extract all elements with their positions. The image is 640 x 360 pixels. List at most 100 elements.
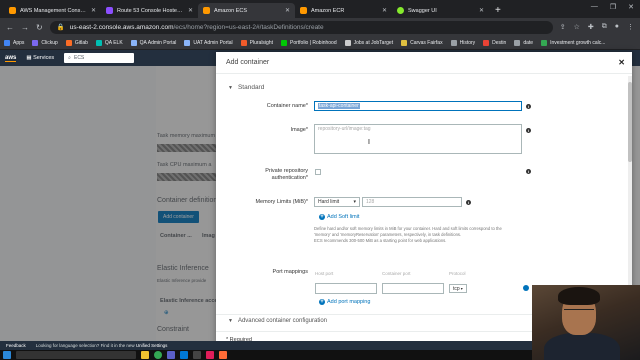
bookmarks-bar: Apps Clickup Gitlab QA ELK QA Admin Port… xyxy=(0,36,640,50)
url-host: us-east-2.console.aws.amazon.com xyxy=(69,23,174,31)
image-input[interactable]: repository-url/image:tag xyxy=(314,124,522,154)
aws-favicon-icon xyxy=(9,7,16,14)
private-repo-checkbox[interactable] xyxy=(315,169,321,175)
browser-toolbar: ← → ↻ 🔒 us-east-2.console.aws.amazon.com… xyxy=(0,18,640,36)
feedback-link[interactable]: Feedback xyxy=(6,343,26,348)
close-tab-icon[interactable]: ✕ xyxy=(188,7,193,14)
lock-icon: 🔒 xyxy=(56,24,65,31)
bookmark-item[interactable]: Gitlab xyxy=(65,39,88,46)
image-label: Image* xyxy=(290,127,308,133)
info-icon[interactable]: i xyxy=(526,169,531,174)
info-icon[interactable]: i xyxy=(466,200,471,205)
bookmark-item[interactable]: Portfolio | Robinhood xyxy=(281,39,337,46)
plus-icon: + xyxy=(319,299,325,305)
browser-tab[interactable]: Amazon ECR ✕ xyxy=(295,3,392,18)
puzzle-icon[interactable]: ⧉ xyxy=(602,23,607,31)
add-port-mapping-link[interactable]: + Add port mapping xyxy=(319,299,370,305)
browser-tab-strip: AWS Management Console ✕ Route 53 Console… xyxy=(0,0,640,18)
route53-favicon-icon xyxy=(106,7,113,14)
standard-section-toggle[interactable]: ▼ Standard xyxy=(228,84,264,91)
calc-icon xyxy=(541,39,548,46)
remove-port-icon[interactable] xyxy=(523,285,529,291)
taskbar-search[interactable] xyxy=(16,351,136,359)
reload-icon[interactable]: ↻ xyxy=(36,23,43,32)
webcam-overlay xyxy=(532,285,640,360)
memory-value-input[interactable]: 128 xyxy=(362,197,462,207)
start-icon[interactable] xyxy=(3,351,11,359)
protocol-select[interactable]: tcp ▾ xyxy=(449,284,467,293)
browser-tab[interactable]: Route 53 Console Hosted Zone✕ xyxy=(101,3,198,18)
modal-scrollbar-thumb[interactable] xyxy=(628,82,632,162)
services-menu[interactable]: ▦ Services xyxy=(26,55,54,61)
host-port-input[interactable] xyxy=(315,283,377,294)
close-tab-icon[interactable]: ✕ xyxy=(91,7,96,14)
gitlab-icon xyxy=(65,39,72,46)
caret-down-icon: ▼ xyxy=(228,84,233,91)
close-tab-icon[interactable]: ✕ xyxy=(285,7,290,14)
memory-limit-select[interactable]: Hard limit ▾ xyxy=(314,197,360,207)
add-soft-limit-link[interactable]: + Add Soft limit xyxy=(319,214,359,220)
close-tab-icon[interactable]: ✕ xyxy=(479,7,484,14)
close-icon[interactable]: ✕ xyxy=(618,58,625,67)
unified-settings-link[interactable]: Unified Settings xyxy=(136,343,168,348)
back-icon[interactable]: ← xyxy=(6,23,14,32)
vscode-icon[interactable] xyxy=(180,351,188,359)
file-explorer-icon[interactable] xyxy=(141,351,149,359)
bookmark-item[interactable]: Pluralsight xyxy=(240,39,273,46)
container-name-input[interactable]: task-api-container xyxy=(314,101,522,111)
person-hair xyxy=(558,287,600,305)
teams-icon[interactable] xyxy=(167,351,175,359)
aws-logo[interactable]: aws xyxy=(5,55,17,62)
aws-search-input[interactable]: ⌕ ECS xyxy=(64,53,135,63)
share-icon[interactable]: ⇪ xyxy=(560,23,566,31)
bookmark-item[interactable]: Destin xyxy=(483,39,506,46)
bookmark-item[interactable]: Investment growth calc... xyxy=(541,39,605,46)
modal-title: Add container xyxy=(226,59,270,66)
container-port-input[interactable] xyxy=(382,283,444,294)
bookmark-item[interactable]: QA ELK xyxy=(95,39,123,46)
swagger-favicon-icon xyxy=(397,7,404,14)
chevron-down-icon: ▾ xyxy=(353,199,356,205)
bookmark-item[interactable]: UAT Admin Portal xyxy=(184,39,233,46)
bookmark-item[interactable]: Carvas Fairfax xyxy=(401,39,443,46)
chrome-icon[interactable] xyxy=(154,351,162,359)
bookmark-item[interactable]: date xyxy=(514,39,533,46)
private-repo-label: Private repository authentication* xyxy=(265,168,308,181)
forward-icon[interactable]: → xyxy=(21,23,29,32)
info-icon[interactable]: i xyxy=(526,104,531,109)
star-icon[interactable]: ☆ xyxy=(574,23,580,31)
carvas-icon xyxy=(401,39,408,46)
advanced-config-toggle[interactable]: ▼ Advanced container configuration xyxy=(228,318,327,324)
jobs-icon xyxy=(344,39,351,46)
terminal-icon[interactable] xyxy=(193,351,201,359)
pluralsight-icon xyxy=(240,39,247,46)
bookmark-item[interactable]: QA Admin Portal xyxy=(130,39,176,46)
protocol-header: Protocol xyxy=(449,271,466,276)
slack-icon[interactable] xyxy=(206,351,214,359)
bookmark-item[interactable]: Jobs at JobTarget xyxy=(344,39,393,46)
bookmark-item[interactable]: History xyxy=(450,39,475,46)
bookmark-apps[interactable]: Apps xyxy=(4,39,24,46)
maximize-icon[interactable]: ❐ xyxy=(610,3,616,11)
close-tab-icon[interactable]: ✕ xyxy=(382,7,387,14)
postman-icon[interactable] xyxy=(219,351,227,359)
menu-icon[interactable]: ⋮ xyxy=(627,23,634,31)
ecs-favicon-icon xyxy=(203,7,210,14)
new-tab-button[interactable]: + xyxy=(489,5,507,18)
browser-tab[interactable]: Swagger UI ✕ xyxy=(392,3,489,18)
info-icon[interactable]: i xyxy=(526,128,531,133)
close-window-icon[interactable]: ✕ xyxy=(628,3,634,11)
bookmark-item[interactable]: Clickup xyxy=(32,39,58,46)
extension-icon[interactable]: ✚ xyxy=(588,23,594,31)
container-port-header: Container port xyxy=(382,271,411,276)
history-icon xyxy=(450,39,457,46)
date-icon xyxy=(514,39,521,46)
elk-icon xyxy=(95,39,102,46)
minimize-icon[interactable]: — xyxy=(591,3,598,11)
person-glasses xyxy=(564,309,594,314)
address-bar[interactable]: 🔒 us-east-2.console.aws.amazon.com/ecs/h… xyxy=(49,20,553,34)
profile-icon[interactable]: ● xyxy=(615,23,619,31)
container-name-label: Container name* xyxy=(266,103,308,109)
browser-tab[interactable]: AWS Management Console ✕ xyxy=(4,3,101,18)
browser-tab-active[interactable]: Amazon ECS ✕ xyxy=(198,3,295,18)
